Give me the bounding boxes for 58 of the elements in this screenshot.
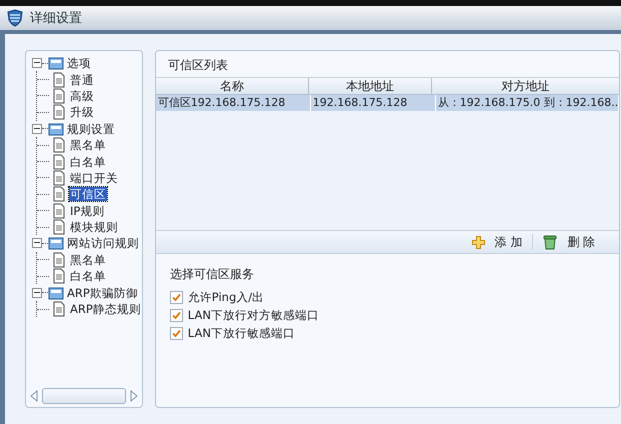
tree-item[interactable]: 模块规则 bbox=[69, 220, 119, 234]
tree-item[interactable]: 端口开关 bbox=[69, 170, 119, 185]
section-title: 选择可信区服务 bbox=[170, 266, 255, 283]
folder-icon bbox=[48, 284, 64, 301]
document-icon bbox=[51, 154, 67, 170]
tree-item[interactable]: 高级 bbox=[69, 88, 95, 103]
document-icon bbox=[51, 170, 67, 186]
document-icon bbox=[51, 88, 67, 104]
collapse-toggle[interactable] bbox=[32, 124, 42, 134]
table-row[interactable]: 可信区192.168.175.128 192.168.175.128 从：192.168.175.0 到：192.168.. bbox=[156, 95, 620, 111]
scroll-left-icon[interactable] bbox=[30, 390, 38, 402]
table-cell: 可信区192.168.175.128 bbox=[156, 95, 311, 111]
tree-item[interactable]: 可信区 bbox=[69, 187, 107, 202]
document-icon bbox=[51, 268, 67, 284]
checkbox-label: 允许Ping入/出 bbox=[188, 290, 264, 305]
column-header[interactable]: 对方地址 bbox=[432, 78, 620, 94]
document-icon bbox=[51, 104, 67, 120]
folder-icon bbox=[48, 120, 64, 137]
collapse-toggle[interactable] bbox=[32, 288, 42, 298]
tree-item[interactable]: IP规则 bbox=[69, 204, 106, 218]
checkbox-label: LAN下放行敏感端口 bbox=[188, 326, 295, 341]
checkbox-label: LAN下放行对方敏感端口 bbox=[188, 308, 319, 323]
document-icon bbox=[51, 252, 67, 268]
add-button[interactable]: 添 加 bbox=[462, 234, 532, 250]
plus-icon bbox=[472, 236, 485, 248]
collapse-toggle[interactable] bbox=[32, 238, 42, 248]
tree-item[interactable]: 普通 bbox=[69, 72, 95, 87]
window-title: 详细设置 bbox=[30, 10, 82, 27]
table-cell: 192.168.175.128 bbox=[310, 95, 436, 111]
shield-icon bbox=[6, 9, 24, 27]
document-icon bbox=[51, 301, 67, 318]
tree-item[interactable]: 选项 bbox=[66, 56, 92, 70]
collapse-toggle[interactable] bbox=[32, 58, 42, 68]
document-icon bbox=[51, 72, 67, 88]
trash-icon bbox=[543, 234, 558, 250]
checkbox[interactable] bbox=[170, 309, 183, 322]
tree-item[interactable]: 规则设置 bbox=[66, 122, 116, 136]
column-header[interactable]: 本地地址 bbox=[308, 78, 432, 94]
delete-button[interactable]: 删 除 bbox=[533, 234, 606, 250]
checkbox[interactable] bbox=[170, 291, 183, 304]
folder-icon bbox=[48, 55, 64, 72]
tree-item[interactable]: ARP静态规则 bbox=[69, 302, 142, 316]
tree-item[interactable]: 网站访问规则 bbox=[66, 236, 140, 250]
scroll-right-icon[interactable] bbox=[130, 390, 138, 402]
tree-item[interactable]: 白名单 bbox=[69, 269, 107, 284]
column-header[interactable]: 名称 bbox=[156, 78, 309, 94]
tree-item[interactable]: 黑名单 bbox=[69, 138, 107, 152]
tree-item[interactable]: 白名单 bbox=[69, 154, 107, 169]
checkbox[interactable] bbox=[170, 327, 183, 340]
document-icon bbox=[51, 202, 67, 219]
tree-item[interactable]: ARP欺骗防御 bbox=[66, 286, 139, 300]
tree-item[interactable]: 升级 bbox=[69, 105, 95, 120]
table-cell: 从：192.168.175.0 到：192.168.. bbox=[436, 95, 620, 111]
document-icon bbox=[51, 219, 67, 236]
tree-item[interactable]: 黑名单 bbox=[69, 252, 107, 267]
folder-icon bbox=[48, 235, 64, 252]
document-icon bbox=[51, 137, 67, 154]
document-icon bbox=[51, 186, 67, 202]
